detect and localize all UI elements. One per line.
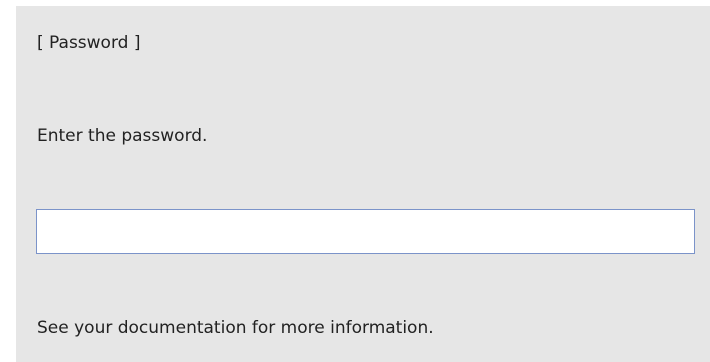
documentation-note: See your documentation for more informat… [37, 318, 434, 338]
dialog-title: [ Password ] [37, 33, 141, 53]
password-input[interactable] [36, 209, 695, 254]
password-dialog: [ Password ] Enter the password. See you… [16, 6, 710, 362]
password-prompt: Enter the password. [37, 126, 208, 146]
